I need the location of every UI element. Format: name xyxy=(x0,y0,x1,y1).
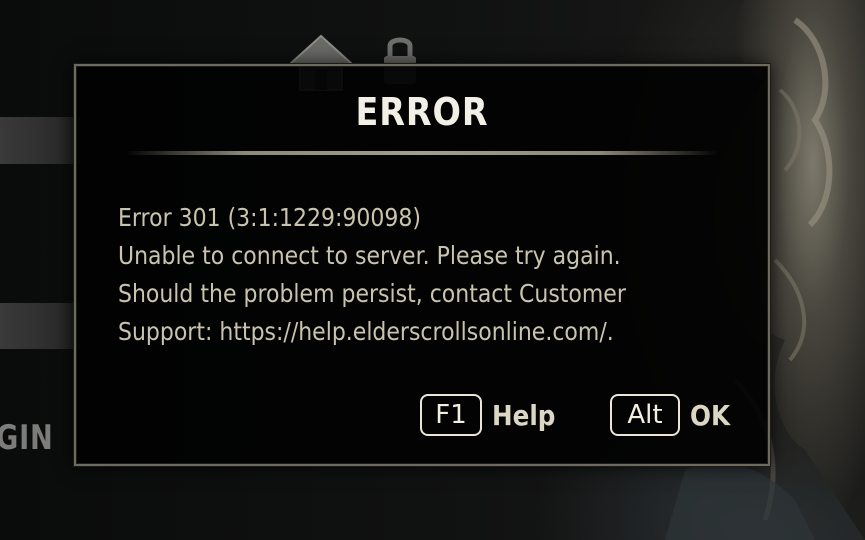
ok-label: OK xyxy=(690,398,731,432)
message-line: Support: https://help.elderscrollsonline… xyxy=(118,317,614,346)
ok-button[interactable]: Alt OK xyxy=(610,394,736,436)
help-button[interactable]: F1 Help xyxy=(420,394,564,436)
game-screen: GIN ERROR Error 301 (3:1:1229:90098) Una… xyxy=(0,0,865,540)
error-code-line: Error 301 (3:1:1229:90098) xyxy=(118,203,421,232)
menu-bar-bottom xyxy=(0,303,80,349)
message-line: Unable to connect to server. Please try … xyxy=(118,241,621,270)
dialog-title: ERROR xyxy=(355,90,489,134)
alt-key-hint: Alt xyxy=(610,394,680,436)
menu-bar-top xyxy=(0,117,80,164)
login-label: GIN xyxy=(0,418,54,458)
error-message: Error 301 (3:1:1229:90098) Unable to con… xyxy=(118,199,758,351)
title-divider xyxy=(126,151,718,155)
message-line: Should the problem persist, contact Cust… xyxy=(118,279,626,308)
error-dialog: ERROR Error 301 (3:1:1229:90098) Unable … xyxy=(74,64,770,466)
help-label: Help xyxy=(492,398,556,432)
f1-key-hint: F1 xyxy=(420,394,482,436)
